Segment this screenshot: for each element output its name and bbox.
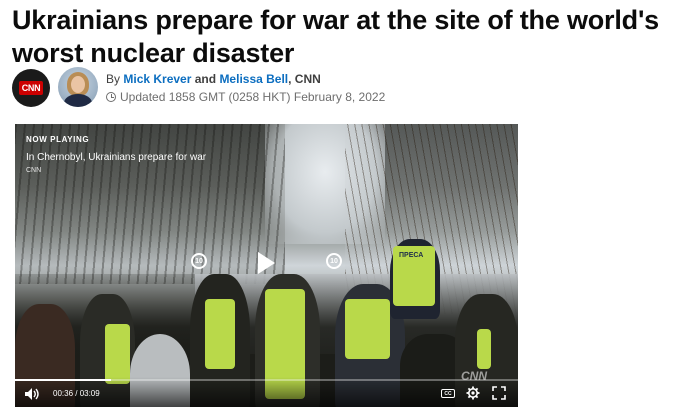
vest-press-text: ПРЕСА xyxy=(399,252,424,259)
clock-icon xyxy=(106,92,116,102)
byline-source: , CNN xyxy=(288,72,321,86)
author-avatar[interactable] xyxy=(58,67,98,107)
now-playing-label: NOW PLAYING xyxy=(26,135,90,144)
fullscreen-icon[interactable] xyxy=(492,386,506,400)
author-link-melissa-bell[interactable]: Melissa Bell xyxy=(219,72,288,86)
cc-label: CC xyxy=(444,390,452,397)
play-button[interactable] xyxy=(258,252,275,274)
video-vest xyxy=(205,299,235,369)
skip-forward-label: 10 xyxy=(330,257,338,265)
video-trees-left xyxy=(15,124,285,284)
author-link-mick-krever[interactable]: Mick Krever xyxy=(123,72,191,86)
byline-authors: By Mick Krever and Melissa Bell, CNN xyxy=(106,71,321,87)
video-progress-bar[interactable] xyxy=(15,379,518,381)
gear-icon[interactable] xyxy=(466,386,480,400)
video-vest xyxy=(105,324,130,384)
skip-back-label: 10 xyxy=(195,257,203,265)
video-title: In Chernobyl, Ukrainians prepare for war xyxy=(26,152,207,163)
updated-text: Updated 1858 GMT (0258 HKT) February 8, … xyxy=(120,90,386,104)
closed-captions-button[interactable]: CC xyxy=(441,389,455,398)
video-player[interactable]: ПРЕСА NOW PLAYING In Chernobyl, Ukrainia… xyxy=(15,124,518,407)
video-vest xyxy=(477,329,491,369)
byline-and: and xyxy=(194,72,217,86)
cnn-logo[interactable]: CNN xyxy=(12,69,50,107)
video-time-readout: 00:36 / 03:09 xyxy=(53,389,100,398)
byline-by: By xyxy=(106,72,121,86)
video-vest xyxy=(345,299,390,359)
article-headline: Ukrainians prepare for war at the site o… xyxy=(12,5,659,68)
byline: CNN By Mick Krever and Melissa Bell, CNN… xyxy=(12,67,612,109)
video-progress-fill xyxy=(15,379,111,381)
volume-icon[interactable] xyxy=(24,387,40,401)
cnn-logo-text: CNN xyxy=(18,81,44,95)
skip-forward-10-button[interactable]: 10 xyxy=(326,253,342,269)
updated-timestamp: Updated 1858 GMT (0258 HKT) February 8, … xyxy=(106,89,385,105)
skip-back-10-button[interactable]: 10 xyxy=(191,253,207,269)
video-source: CNN xyxy=(26,167,42,174)
